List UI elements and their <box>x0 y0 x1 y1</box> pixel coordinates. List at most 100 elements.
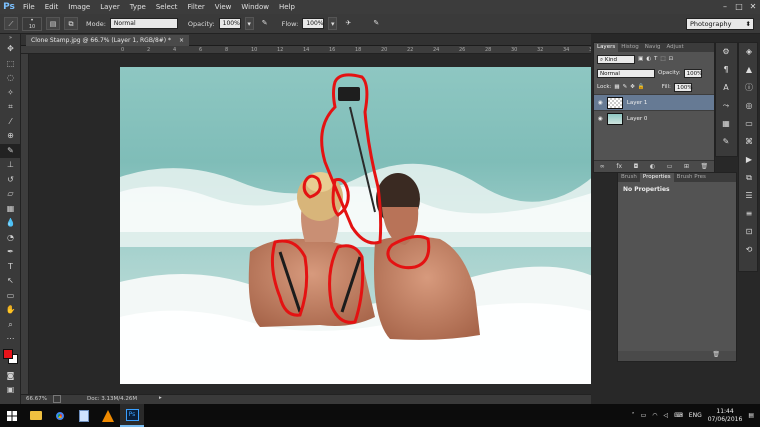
menu-layer[interactable]: Layer <box>95 0 125 14</box>
layer-style-icon[interactable]: fx <box>616 163 622 170</box>
workspace-switcher[interactable]: Photography ⬍ <box>686 18 754 30</box>
tab-navigator[interactable]: Navig <box>642 43 664 52</box>
tab-brush-presets[interactable]: Brush Pres <box>674 173 709 182</box>
lasso-tool-icon[interactable]: ◌ <box>0 71 21 86</box>
airbrush-icon[interactable]: ✈ <box>341 17 355 30</box>
new-group-icon[interactable]: ▭ <box>667 163 673 170</box>
taskbar-photoshop[interactable]: Ps <box>120 404 144 427</box>
menu-image[interactable]: Image <box>63 0 95 14</box>
hand-tool-icon[interactable]: ✋ <box>0 303 21 318</box>
shape-tool-icon[interactable]: ▭ <box>0 289 21 304</box>
opacity-field[interactable]: 100% <box>218 18 241 29</box>
lock-all-icon[interactable]: 🔒 <box>638 84 645 90</box>
status-menu-arrow-icon[interactable]: ▸ <box>159 395 162 401</box>
pressure-opacity-icon[interactable]: ✎ <box>258 17 272 30</box>
filter-type-icon[interactable]: T <box>654 56 657 62</box>
adjustments-icon[interactable]: ☰ <box>739 187 759 205</box>
paths-icon[interactable]: ⤳ <box>716 97 736 115</box>
3d-icon[interactable]: ◈ <box>739 43 759 61</box>
message-icon[interactable]: ▭ <box>641 412 647 419</box>
menu-window[interactable]: Window <box>236 0 274 14</box>
pressure-size-icon[interactable]: ✎ <box>369 17 383 30</box>
blur-tool-icon[interactable]: 💧 <box>0 216 21 231</box>
actions-icon[interactable]: ▶ <box>739 151 759 169</box>
quick-mask-icon[interactable]: ◙ <box>0 369 21 384</box>
marquee-tool-icon[interactable]: ⬚ <box>0 57 21 72</box>
brush-size-picker[interactable]: • 10 <box>22 16 42 31</box>
history-brush-tool-icon[interactable]: ↺ <box>0 173 21 188</box>
close-tab-icon[interactable]: × <box>179 37 184 44</box>
start-button[interactable] <box>0 404 24 427</box>
filter-smart-icon[interactable]: ⊡ <box>669 56 674 62</box>
lock-transparent-icon[interactable]: ▦ <box>614 84 619 90</box>
zoom-level[interactable]: 66.67% <box>26 396 47 402</box>
opacity-dropdown-icon[interactable]: ▾ <box>244 17 254 30</box>
volume-icon[interactable]: ◁ <box>664 412 669 419</box>
path-select-tool-icon[interactable]: ↖ <box>0 274 21 289</box>
healing-brush-tool-icon[interactable]: ⊕ <box>0 129 21 144</box>
type-tool-icon[interactable]: T <box>0 260 21 275</box>
clone-stamp-tool-icon[interactable]: ⊥ <box>0 158 21 173</box>
dodge-tool-icon[interactable]: ◔ <box>0 231 21 246</box>
styles-icon[interactable]: ⊡ <box>739 223 759 241</box>
flow-dropdown-icon[interactable]: ▾ <box>328 17 338 30</box>
blend-mode-dropdown[interactable]: Normal <box>597 68 655 78</box>
more-tools-icon[interactable]: ⋯ <box>0 332 21 347</box>
move-tool-icon[interactable]: ✥ <box>0 42 21 57</box>
keyboard-icon[interactable]: ⌨ <box>674 412 683 419</box>
fill-field[interactable]: 100% <box>673 82 693 92</box>
status-export-icon[interactable] <box>53 395 61 403</box>
brush-tool-icon[interactable]: ✎ <box>0 143 21 158</box>
eraser-tool-icon[interactable]: ▱ <box>0 187 21 202</box>
brush-preset-icon[interactable]: ✎ <box>716 133 736 151</box>
filter-adjustment-icon[interactable]: ◐ <box>646 56 651 62</box>
clone-source-icon[interactable]: ⧉ <box>739 169 759 187</box>
gradient-tool-icon[interactable]: ▦ <box>0 202 21 217</box>
crop-tool-icon[interactable]: ⌗ <box>0 100 21 115</box>
flow-field[interactable]: 100% <box>302 18 325 29</box>
kind-filter-dropdown[interactable]: ⌕ Kind <box>597 54 635 64</box>
notes-icon[interactable]: ▭ <box>739 115 759 133</box>
brush-panel-toggle[interactable]: ▤ <box>46 17 60 30</box>
paragraph-icon[interactable]: ¶ <box>716 61 736 79</box>
menu-help[interactable]: Help <box>274 0 300 14</box>
tab-histogram[interactable]: Histog <box>618 43 642 52</box>
channels-icon[interactable]: ≡ <box>739 205 759 223</box>
filter-shape-icon[interactable]: ⬚ <box>660 56 665 62</box>
delete-layer-icon[interactable]: 🗑 <box>701 163 709 170</box>
visibility-eye-icon[interactable]: ◉ <box>598 100 603 106</box>
maximize-button[interactable]: □ <box>732 0 746 14</box>
add-mask-icon[interactable]: ◘ <box>634 163 639 170</box>
layer-opacity-field[interactable]: 100% <box>683 68 702 78</box>
delete-icon[interactable]: 🗑 <box>712 351 720 358</box>
foreground-color-swatch[interactable] <box>3 348 13 359</box>
taskbar-file-explorer[interactable] <box>24 404 48 427</box>
mode-dropdown[interactable]: Normal <box>109 18 178 29</box>
screen-mode-icon[interactable]: ▣ <box>0 383 21 398</box>
action-center-icon[interactable]: ▤ <box>748 412 754 419</box>
tab-brush[interactable]: Brush <box>618 173 640 182</box>
info-icon[interactable]: ⓘ <box>739 79 759 97</box>
menu-filter[interactable]: Filter <box>182 0 209 14</box>
taskbar-chrome[interactable] <box>48 404 72 427</box>
wifi-icon[interactable]: ◠ <box>652 412 657 419</box>
taskbar-notepad[interactable] <box>72 404 96 427</box>
clone-source-toggle[interactable]: ⧉ <box>64 17 78 30</box>
lock-pixels-icon[interactable]: ✎ <box>623 84 628 90</box>
menu-type[interactable]: Type <box>125 0 151 14</box>
clock[interactable]: 11:44 07/06/2016 <box>708 408 743 424</box>
minimize-button[interactable]: – <box>718 0 732 14</box>
visibility-eye-icon[interactable]: ◉ <box>598 116 603 122</box>
tab-properties[interactable]: Properties <box>639 173 674 182</box>
eyedropper-tool-icon[interactable]: ⁄ <box>0 115 21 130</box>
tool-presets-icon[interactable]: ⚙ <box>716 43 736 61</box>
pen-tool-icon[interactable]: ✒ <box>0 245 21 260</box>
layer-row-layer-0[interactable]: ◉ Layer 0 <box>594 110 714 126</box>
menu-select[interactable]: Select <box>151 0 183 14</box>
character-icon[interactable]: A <box>716 79 736 97</box>
link-layers-icon[interactable]: ∞ <box>600 163 605 170</box>
menu-edit[interactable]: Edit <box>40 0 64 14</box>
swatches-icon[interactable]: ▦ <box>716 115 736 133</box>
new-layer-icon[interactable]: ⊞ <box>684 163 689 170</box>
taskbar-vlc[interactable] <box>96 404 120 427</box>
